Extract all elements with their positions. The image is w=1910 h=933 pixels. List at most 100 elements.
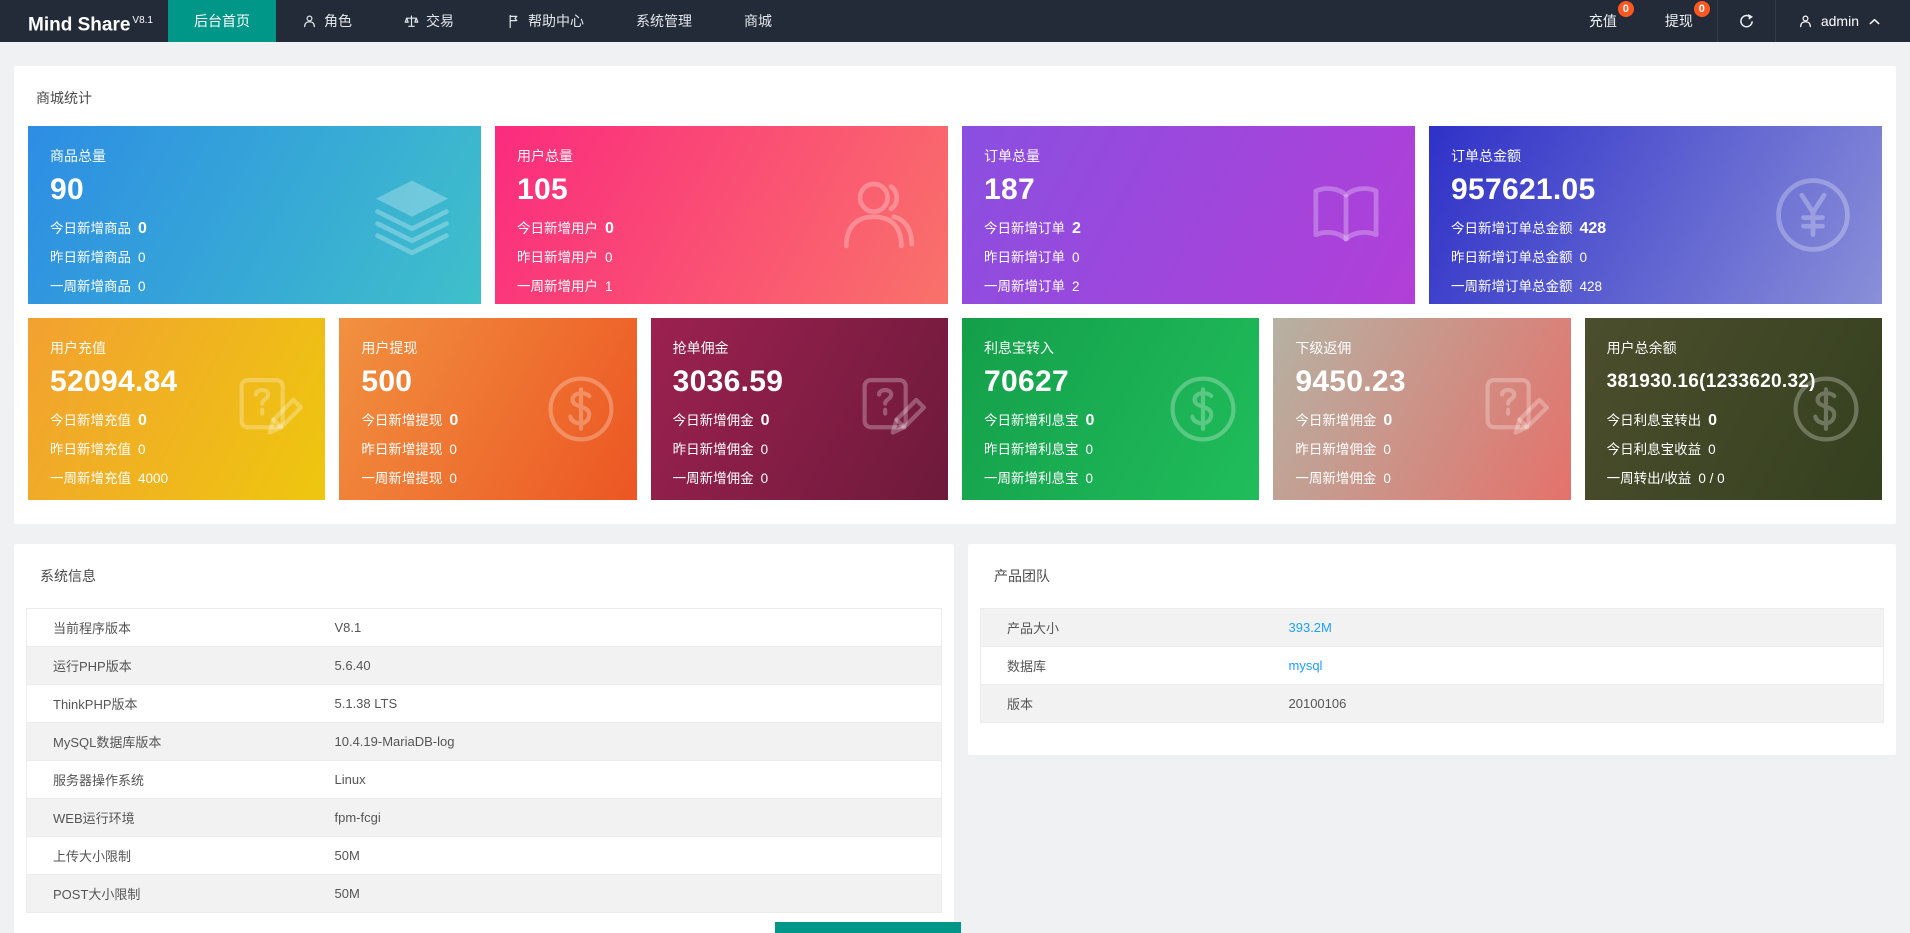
stat-card-subordinate-rebate: 下级返佣 9450.23 今日新增佣金 0 昨日新增佣金 0 一周新增佣金 0 [1273,318,1571,500]
panel-title: 系统信息 [40,568,96,584]
row-value-text: 50M [334,886,360,901]
mall-stats-panel: 商城统计 商品总量 90 今日新增商品 0 昨日新增商品 0 一周新增商品 0 用户总量 105 今… [14,66,1896,524]
row-label: 当前程序版本 [26,608,309,647]
row-value-text: Linux [334,772,366,787]
card-line-value: 0 [1579,250,1588,265]
card-line-value: 0 [1383,471,1391,486]
row-label: 上传大小限制 [26,836,309,875]
card-line-label: 一周新增提现 [361,471,443,486]
row-value-text: fpm-fcgi [334,810,381,825]
card-line-value: 0 [1383,412,1393,429]
card-line-label: 今日新增订单 [984,221,1065,236]
card-line-value: 0 [760,442,769,457]
layers-icon [369,172,455,258]
card-line-value: 0 [449,442,457,457]
card-title: 订单总量 [984,148,1040,164]
card-line-label: 昨日新增佣金 [672,442,754,457]
dollar-circle-icon [1788,371,1864,447]
row-label: 运行PHP版本 [26,646,309,685]
refresh-button[interactable] [1716,0,1775,42]
person-icon [1798,14,1813,29]
card-line-label: 一周新增商品 [50,279,131,294]
card-line-label: 今日新增充值 [50,413,131,428]
dollar-circle-icon [543,371,619,447]
refresh-icon [1738,13,1755,30]
nav-action-recharge[interactable]: 充值 0 [1565,0,1641,42]
row-value-text[interactable]: mysql [1289,658,1323,673]
nav-item-trade[interactable]: 交易 [378,0,480,42]
navbar-actions: 充值 0 提现 0 [1565,0,1717,42]
card-line-value: 0 [1085,442,1094,457]
row-value: Linux [308,760,942,799]
dollar-circle-icon [543,371,619,447]
flag-icon [506,14,521,29]
stats-row-1: 商品总量 90 今日新增商品 0 昨日新增商品 0 一周新增商品 0 用户总量 105 今日新增用户… [28,126,1882,304]
table-row: 版本 20100106 [980,684,1884,723]
dollar-circle-icon [1165,371,1241,447]
admin-menu[interactable]: admin [1774,0,1910,42]
nav-item-label: 帮助中心 [528,13,584,29]
card-line-label: 一周新增佣金 [672,471,754,486]
scales-icon [404,14,419,29]
dollar-circle-icon [1788,371,1864,447]
stats-row-2: 用户充值 52094.84 今日新增充值 0 昨日新增充值 0 一周新增充值 4000 用户提现… [28,318,1882,500]
dollar-circle-icon [1165,371,1241,447]
card-line-value: 0 [138,279,146,294]
edit-note-icon [231,371,307,447]
brand-version: V8.1 [132,15,153,26]
row-label: WEB运行环境 [26,798,309,837]
card-line-value: 0 [449,412,459,429]
table-row: 数据库 mysql [980,646,1884,685]
stat-card-interest-transfer-in: 利息宝转入 70627 今日新增利息宝 0 昨日新增利息宝 0 一周新增利息宝 0 [962,318,1260,500]
card-line-label: 昨日新增商品 [50,250,131,265]
table-row: 上传大小限制 50M [26,836,942,875]
card-line-value: 2 [1072,279,1080,294]
card-line-value: 0 / 0 [1698,471,1725,486]
card-line: 一周新增佣金 0 [673,464,926,493]
nav-item-label: 后台首页 [194,13,250,29]
row-label: ThinkPHP版本 [26,684,309,723]
row-label: 服务器操作系统 [26,760,309,799]
card-line-value: 0 [1383,442,1391,457]
row-value-text: 50M [334,848,360,863]
card-line-label: 一周新增充值 [50,471,131,486]
row-label: MySQL数据库版本 [26,722,309,761]
brand-logo: Mind Share V8.1 [0,0,168,42]
card-line-value: 0 [449,471,457,486]
card-line-value: 0 [760,471,769,486]
nav-item-label: 商城 [744,13,772,29]
card-line-label: 今日利息宝转出 [1606,413,1702,428]
card-line-value: 0 [1708,442,1716,457]
card-title: 用户提现 [361,340,418,356]
nav-item-system-management[interactable]: 系统管理 [610,0,718,42]
row-value-text: V8.1 [334,620,362,635]
nav-item-home[interactable]: 后台首页 [168,0,276,42]
nav-action-withdraw[interactable]: 提现 0 [1641,0,1717,42]
table-row: POST大小限制 50M [26,874,942,913]
card-line-value: 0 [1708,412,1718,429]
card-line-value: 0 [138,442,146,457]
stat-card-user-total-balance: 用户总余额 381930.16(1233620.32) 今日利息宝转出 0 今日利息宝收… [1584,318,1882,500]
nav-action-label: 提现 [1664,13,1693,29]
card-line-value: 0 [138,250,146,265]
nav-item-help-center[interactable]: 帮助中心 [480,0,610,42]
card-line: 一周新增提现 0 [361,464,614,493]
card-line-value: 0 [138,220,147,237]
nav-item-mall[interactable]: 商城 [718,0,798,42]
edit-note-icon [1477,371,1553,447]
nav-item-roles[interactable]: 角色 [276,0,378,42]
card-line-value: 1 [605,279,613,294]
row-value: 5.1.38 LTS [308,684,942,723]
card-line: 一周新增利息宝 0 [984,464,1237,493]
row-value-text[interactable]: 393.2M [1289,620,1332,635]
stat-card-total-products: 商品总量 90 今日新增商品 0 昨日新增商品 0 一周新增商品 0 [28,126,481,304]
table-row: 产品大小 393.2M [980,608,1884,647]
card-title: 下级返佣 [1295,340,1352,356]
card-line-value: 428 [1579,220,1607,237]
card-line-label: 今日利息宝收益 [1606,442,1702,457]
card-line-value: 0 [138,412,147,429]
row-value: fpm-fcgi [308,798,942,837]
table-row: 服务器操作系统 Linux [26,760,942,799]
card-line-label: 一周新增用户 [517,279,598,294]
card-title: 用户总量 [517,148,573,164]
